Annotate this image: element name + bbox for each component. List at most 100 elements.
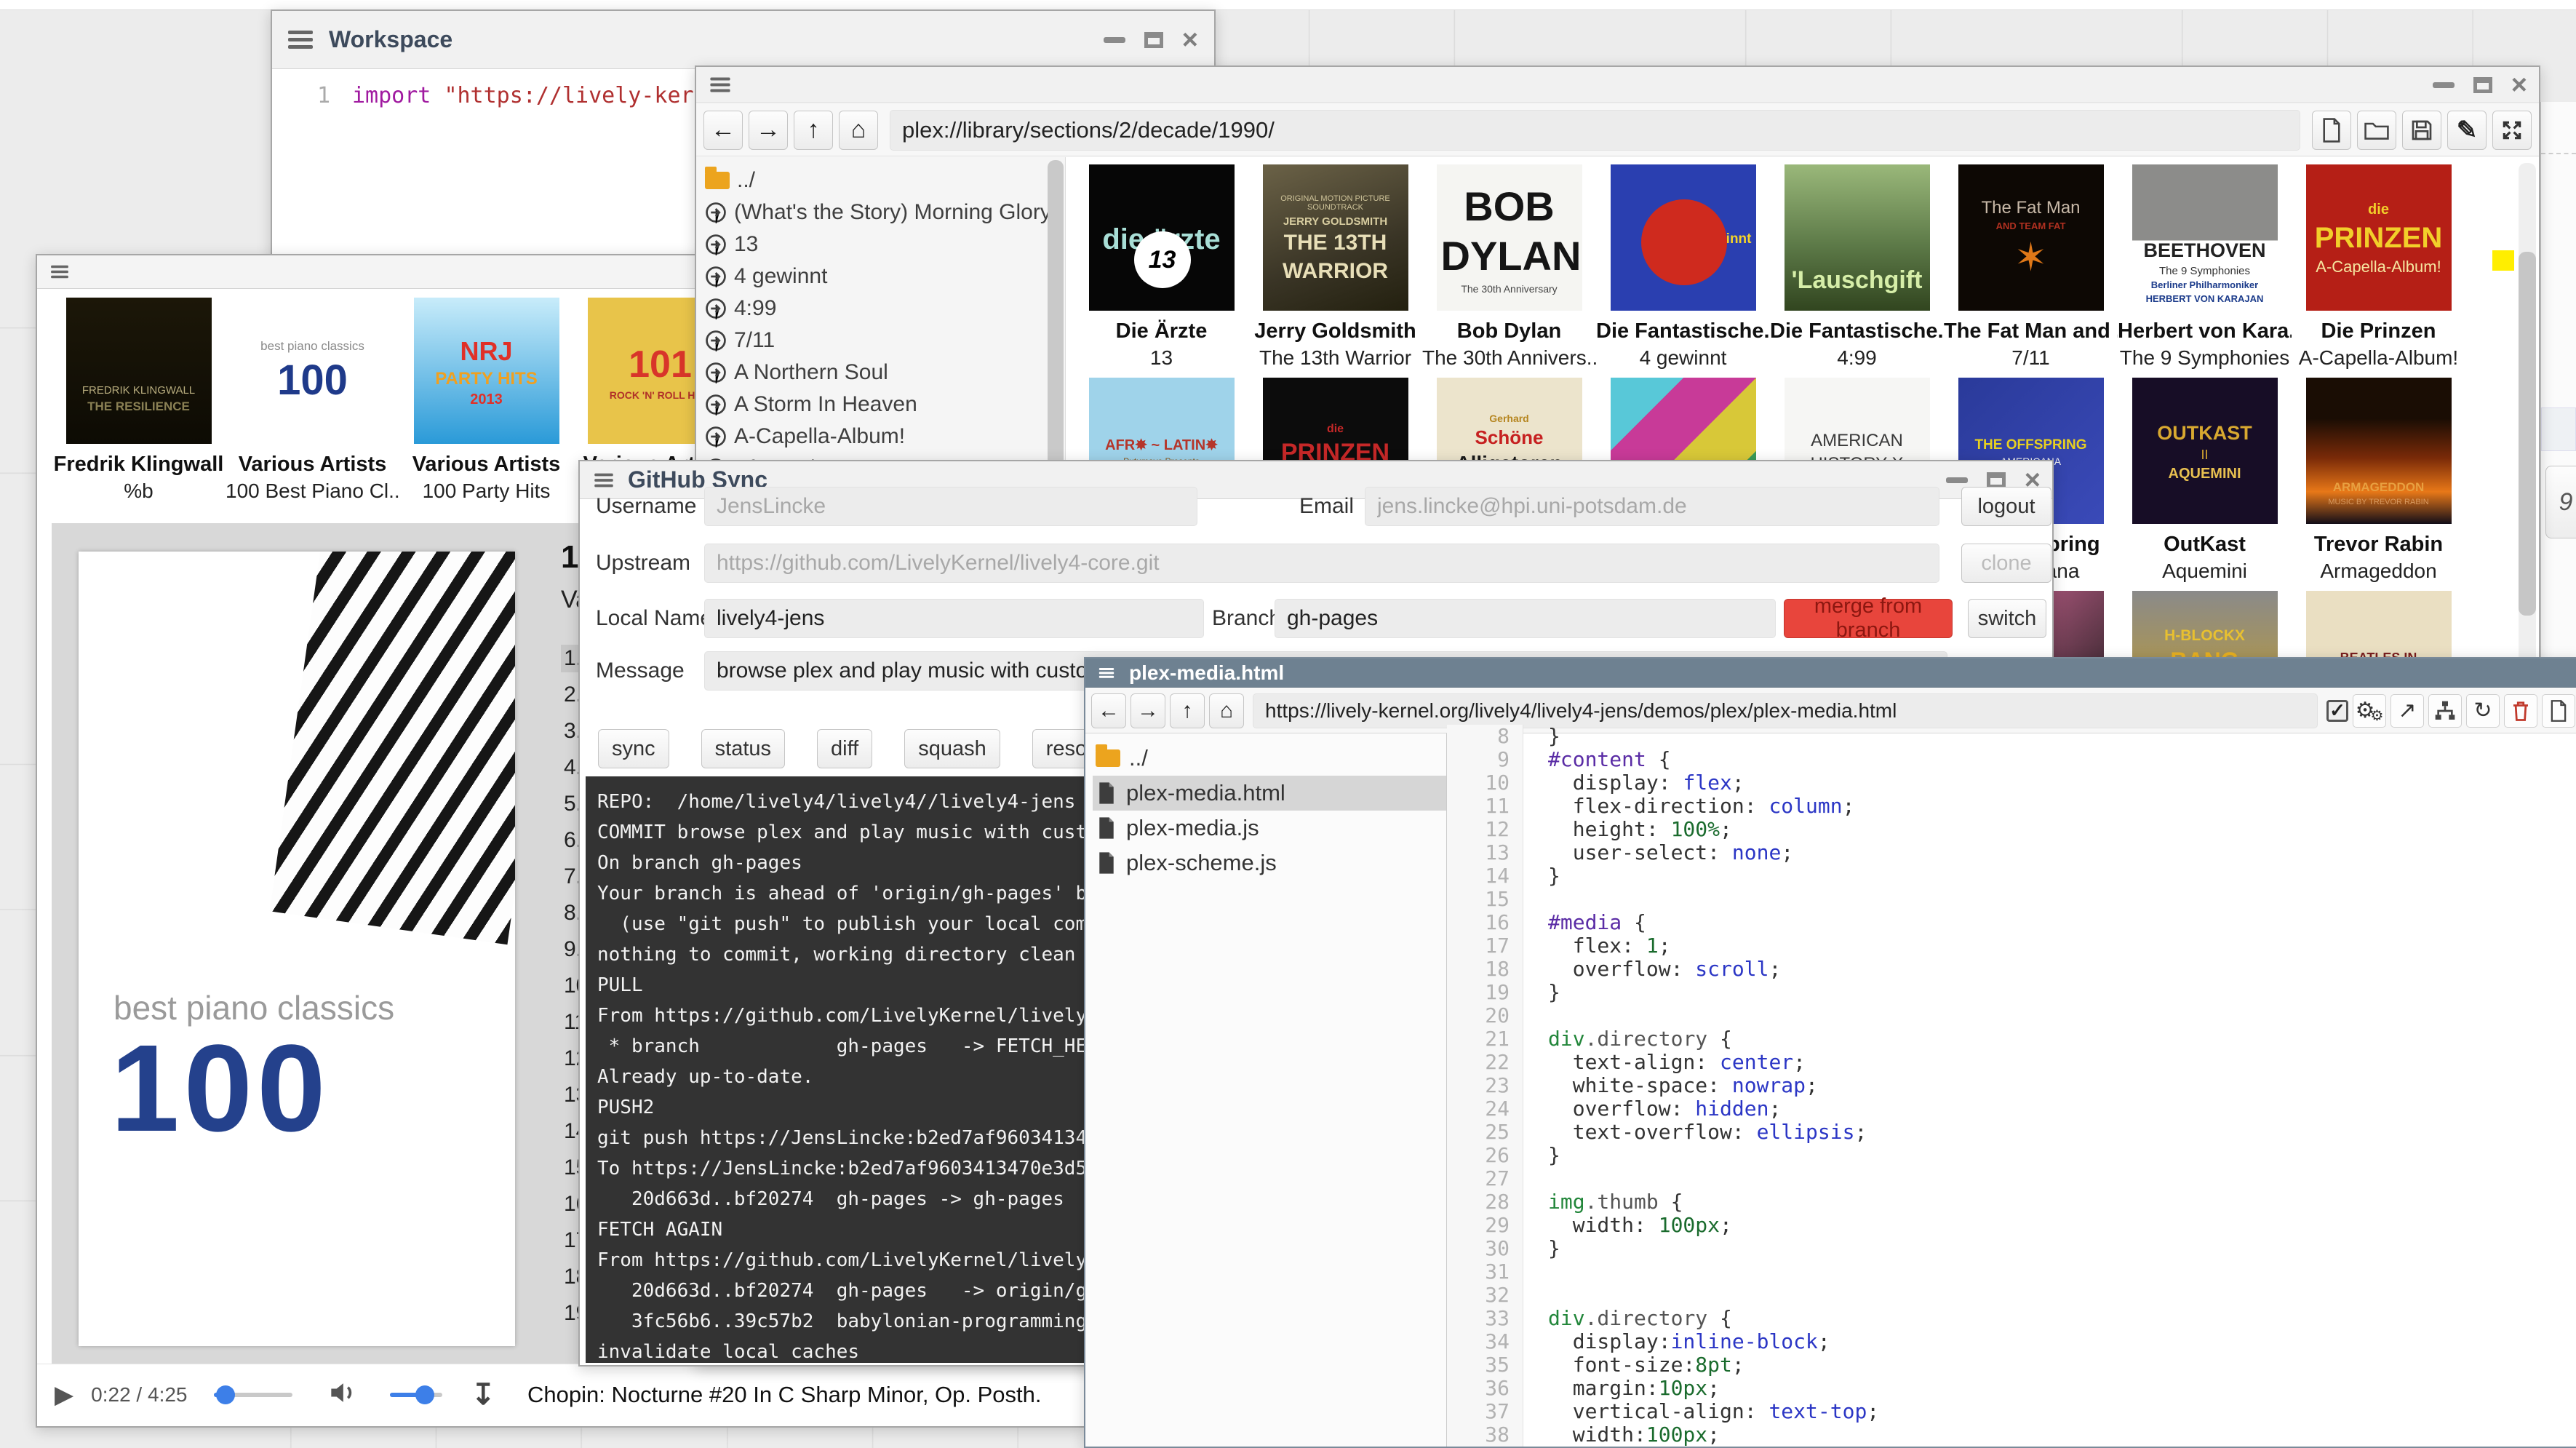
download-icon[interactable]: ↧ bbox=[471, 1378, 496, 1412]
album-item[interactable]: die ärzte13Die Ärzte13 bbox=[1074, 164, 1248, 370]
close-button[interactable]: × bbox=[2025, 473, 2041, 488]
sitemap-icon[interactable] bbox=[2428, 694, 2462, 728]
minimize-button[interactable] bbox=[1946, 477, 1968, 483]
plex-sidebar-item[interactable]: (What's the Story) Morning Glory? bbox=[705, 196, 1065, 228]
back-button[interactable]: ← bbox=[1091, 693, 1126, 728]
albums-scrollbar-thumb[interactable] bbox=[2519, 252, 2536, 616]
code-editor[interactable]: }#content { display: flex; flex-directio… bbox=[1523, 725, 2576, 1447]
album-cover[interactable]: FREDRIK KLINGWALLTHE RESILIENCE bbox=[66, 298, 212, 444]
localname-field[interactable] bbox=[704, 599, 1204, 638]
menu-icon[interactable] bbox=[1099, 668, 1114, 670]
folder-button[interactable] bbox=[2357, 111, 2396, 150]
menu-icon[interactable] bbox=[710, 78, 730, 81]
new-file-button[interactable] bbox=[2312, 111, 2351, 150]
album-cover-large[interactable]: best piano classics 100 bbox=[79, 552, 515, 1346]
close-button[interactable]: × bbox=[1182, 33, 1198, 47]
volume-slider[interactable] bbox=[390, 1393, 442, 1397]
auto-save-checkbox[interactable]: ✓ bbox=[2326, 700, 2348, 722]
menu-icon[interactable] bbox=[288, 31, 313, 34]
status-button[interactable]: status bbox=[701, 729, 785, 768]
file-list-item[interactable]: plex-scheme.js bbox=[1093, 846, 1446, 880]
merge-from-branch-button[interactable]: merge from branch bbox=[1784, 599, 1953, 638]
album-item[interactable]: 'LauschgiftDie Fantastische...4:99 bbox=[1770, 164, 1944, 370]
partial-button[interactable]: 9 bbox=[2545, 466, 2576, 538]
workspace-titlebar[interactable]: Workspace × bbox=[272, 11, 1214, 69]
volume-icon[interactable] bbox=[326, 1377, 358, 1412]
editor-titlebar[interactable]: plex-media.html bbox=[1085, 659, 2576, 688]
switch-button[interactable]: switch bbox=[1968, 599, 2046, 638]
album-item[interactable]: NRJPARTY HITS2013Various Artists100 Part… bbox=[399, 298, 573, 503]
diff-button[interactable]: diff bbox=[817, 729, 872, 768]
album-item[interactable]: FREDRIK KLINGWALLTHE RESILIENCEFredrik K… bbox=[52, 298, 226, 503]
expand-button[interactable] bbox=[2492, 111, 2532, 150]
clone-button[interactable]: clone bbox=[1961, 544, 2051, 583]
file-list-item[interactable]: plex-media.js bbox=[1093, 811, 1446, 846]
email-field[interactable] bbox=[1365, 487, 1939, 526]
plex-sidebar-item[interactable]: 7/11 bbox=[705, 325, 1065, 357]
up-button[interactable]: ↑ bbox=[794, 111, 833, 150]
new-file-icon[interactable] bbox=[2542, 694, 2575, 728]
squash-button[interactable]: squash bbox=[904, 729, 1000, 768]
open-external-icon[interactable]: ↗ bbox=[2390, 694, 2424, 728]
maximize-button[interactable] bbox=[2473, 77, 2492, 93]
minimize-button[interactable] bbox=[2433, 82, 2455, 88]
album-item[interactable]: BOBDYLANThe 30th AnniversaryBob DylanThe… bbox=[1422, 164, 1596, 370]
sync-button[interactable]: sync bbox=[598, 729, 669, 768]
plex-sidebar-item[interactable]: 13 bbox=[705, 228, 1065, 260]
album-item[interactable]: gewinnt Die Fantastische...4 gewinnt bbox=[1596, 164, 1770, 370]
delete-icon[interactable] bbox=[2504, 694, 2537, 728]
address-input[interactable] bbox=[890, 110, 2300, 151]
plex-titlebar[interactable]: × bbox=[696, 67, 2539, 103]
album-cover[interactable]: ARMAGEDDONMUSIC BY TREVOR RABIN bbox=[2306, 378, 2452, 524]
album-cover[interactable]: BOBDYLANThe 30th Anniversary bbox=[1437, 164, 1582, 311]
album-cover[interactable]: BEETHOVENThe 9 SymphoniesBerliner Philha… bbox=[2132, 164, 2278, 311]
file-list-item[interactable]: plex-media.html bbox=[1093, 776, 1446, 811]
plex-sidebar-item[interactable]: ../ bbox=[705, 164, 1065, 196]
menu-icon[interactable] bbox=[51, 266, 68, 268]
minimize-button[interactable] bbox=[1104, 37, 1125, 43]
album-item[interactable]: OUTKASTIIAQUEMINIOutKastAquemini bbox=[2118, 378, 2292, 583]
home-button[interactable]: ⌂ bbox=[839, 111, 878, 150]
close-button[interactable]: × bbox=[2511, 78, 2527, 92]
maximize-button[interactable] bbox=[1987, 472, 2006, 488]
album-cover[interactable]: OUTKASTIIAQUEMINI bbox=[2132, 378, 2278, 524]
username-field[interactable] bbox=[704, 487, 1197, 526]
plex-sidebar-item[interactable]: A Northern Soul bbox=[705, 357, 1065, 389]
album-item[interactable]: best piano classics100Various Artists100… bbox=[226, 298, 399, 503]
refresh-icon[interactable]: ↻ bbox=[2466, 694, 2500, 728]
forward-button[interactable]: → bbox=[1131, 693, 1165, 728]
album-cover[interactable]: die ärzte13 bbox=[1089, 164, 1235, 311]
album-cover[interactable]: NRJPARTY HITS2013 bbox=[414, 298, 559, 444]
forward-button[interactable]: → bbox=[749, 111, 788, 150]
edit-button[interactable]: ✎ bbox=[2447, 111, 2487, 150]
plex-sidebar-item[interactable]: 4 gewinnt bbox=[705, 260, 1065, 293]
album-item[interactable]: ARMAGEDDONMUSIC BY TREVOR RABINTrevor Ra… bbox=[2292, 378, 2465, 583]
album-item[interactable]: The Fat ManAND TEAM FAT✶The Fat Man and … bbox=[1944, 164, 2118, 370]
album-cover[interactable]: 'Lauschgift bbox=[1785, 164, 1930, 311]
settings-gears-icon[interactable]: ⚙⚙ bbox=[2353, 694, 2386, 728]
album-cover[interactable]: ORIGINAL MOTION PICTURE SOUNDTRACKJERRY … bbox=[1263, 164, 1408, 311]
progress-slider[interactable] bbox=[214, 1393, 292, 1397]
branch-field[interactable] bbox=[1275, 599, 1776, 638]
album-item[interactable]: ORIGINAL MOTION PICTURE SOUNDTRACKJERRY … bbox=[1248, 164, 1422, 370]
album-item[interactable]: BEETHOVENThe 9 SymphoniesBerliner Philha… bbox=[2118, 164, 2292, 370]
upstream-field[interactable] bbox=[704, 544, 1939, 583]
plex-sidebar-item[interactable]: A-Capella-Album! bbox=[705, 421, 1065, 453]
album-cover[interactable]: best piano classics100 bbox=[240, 298, 386, 444]
plex-sidebar-item[interactable]: A Storm In Heaven bbox=[705, 389, 1065, 421]
home-button[interactable]: ⌂ bbox=[1209, 693, 1244, 728]
logout-button[interactable]: logout bbox=[1961, 487, 2051, 526]
album-item[interactable]: diePRINZENA-Capella-Album!Die PrinzenA-C… bbox=[2292, 164, 2465, 370]
address-input[interactable] bbox=[1253, 693, 2318, 728]
album-cover[interactable]: gewinnt bbox=[1611, 164, 1756, 311]
save-button[interactable] bbox=[2402, 111, 2441, 150]
plex-sidebar-item[interactable]: 4:99 bbox=[705, 293, 1065, 325]
album-cover[interactable]: The Fat ManAND TEAM FAT✶ bbox=[1958, 164, 2104, 311]
back-button[interactable]: ← bbox=[703, 111, 743, 150]
play-button[interactable]: ▶ bbox=[55, 1380, 73, 1409]
album-cover[interactable]: diePRINZENA-Capella-Album! bbox=[2306, 164, 2452, 311]
up-button[interactable]: ↑ bbox=[1170, 693, 1205, 728]
file-list-item[interactable]: ../ bbox=[1093, 741, 1446, 776]
menu-icon[interactable] bbox=[594, 473, 613, 476]
maximize-button[interactable] bbox=[1144, 32, 1163, 48]
